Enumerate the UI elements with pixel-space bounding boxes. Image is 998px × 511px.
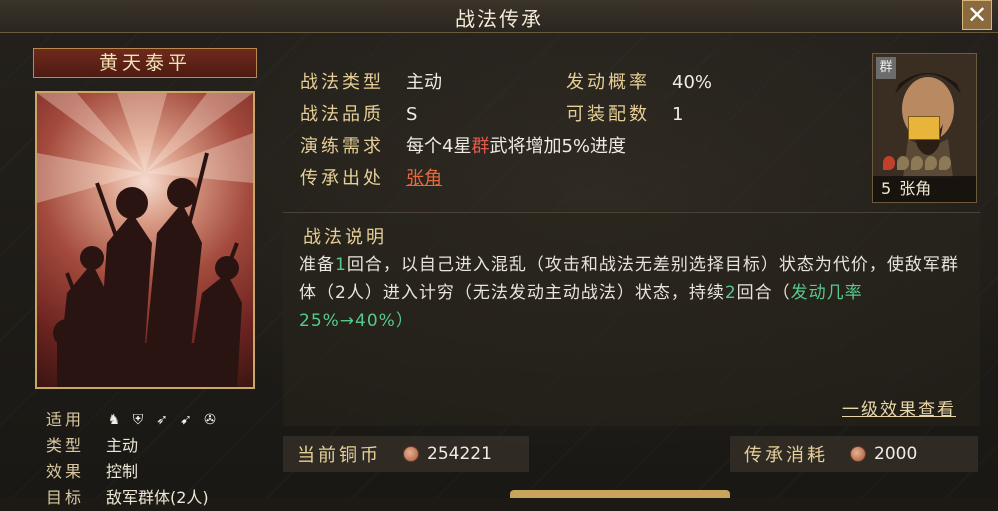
treasure-icon: [908, 116, 940, 140]
copper-coin-icon: [850, 446, 866, 462]
troop-type-icons: ♞ ⛨ ➶ ➹ ✇: [106, 412, 218, 428]
effect-value: 控制: [106, 462, 139, 481]
applicable-row: 适用 ♞ ⛨ ➶ ➹ ✇: [46, 407, 218, 433]
cost-value: 2000: [874, 444, 918, 464]
description-title: 战法说明: [303, 227, 387, 248]
skill-card-art: [35, 91, 255, 389]
attr-quality-label: 战法品质: [300, 104, 384, 125]
practice-faction: 群: [471, 136, 490, 157]
description-panel: 战法说明 准备1回合，以自己进入混乱（攻击和战法无差别选择目标）状态为代价，使敌…: [283, 212, 980, 426]
practice-pre: 每个4星: [406, 136, 472, 157]
target-value: 敌军群体(2人): [106, 488, 209, 507]
source-general-link[interactable]: 张角: [406, 168, 442, 189]
close-icon[interactable]: ✕: [967, 1, 987, 29]
effect-label: 效果: [46, 462, 85, 481]
target-row: 目标 敌军群体(2人): [46, 485, 218, 511]
skill-name: 黄天泰平: [33, 48, 257, 78]
effect-row: 效果 控制: [46, 459, 218, 485]
coins-label: 当前铜币: [297, 445, 381, 466]
attr-type-value: 主动: [406, 72, 442, 93]
close-button[interactable]: ✕: [962, 0, 992, 30]
attr-quality-value: S: [406, 104, 418, 125]
siege-icon: ✇: [204, 412, 216, 428]
attr-practice: 演练需求 每个4星群武将增加5%进度: [300, 132, 626, 158]
copper-coin-icon: [403, 446, 419, 462]
desc-part: 准备: [299, 255, 335, 275]
star-icon: [925, 156, 937, 170]
cavalry-icon: ♞: [107, 412, 121, 428]
attr-rate-label: 发动概率: [566, 72, 650, 93]
skill-summary: 适用 ♞ ⛨ ➶ ➹ ✇ 类型 主动 效果 控制 目标 敌军群体(2人): [46, 407, 218, 511]
star-icon: [883, 156, 895, 170]
star-icon: [897, 156, 909, 170]
window-title: 战法传承: [455, 7, 543, 31]
attr-type: 战法类型 主动: [300, 68, 442, 94]
desc-number: 2: [724, 283, 737, 303]
cost-label: 传承消耗: [744, 445, 828, 466]
type-value: 主动: [106, 436, 139, 455]
applicable-label: 适用: [46, 410, 85, 429]
title-bar: 战法传承 ✕: [0, 0, 998, 33]
practice-post: 武将增加5%进度: [489, 136, 627, 157]
type-label: 类型: [46, 436, 85, 455]
attr-equip-value: 1: [672, 104, 684, 125]
general-portrait[interactable]: 群 5 张角: [872, 53, 977, 203]
attr-quality: 战法品质 S: [300, 100, 417, 126]
attr-equip-label: 可装配数: [566, 104, 650, 125]
inherit-cost: 传承消耗 2000: [730, 436, 978, 472]
attr-type-label: 战法类型: [300, 72, 384, 93]
attr-source: 传承出处 张角: [300, 164, 442, 190]
shield-icon: ⛨: [132, 412, 144, 428]
faction-badge: 群: [876, 57, 896, 79]
spear-icon: ➹: [180, 412, 192, 428]
attr-source-label: 传承出处: [300, 168, 384, 189]
description-text: 准备1回合，以自己进入混乱（攻击和战法无差别选择目标）状态为代价，使敌军群体（2…: [299, 251, 971, 335]
level1-effect-link[interactable]: 一级效果查看: [842, 395, 956, 420]
attr-rate: 发动概率 40%: [566, 68, 712, 94]
general-name-bar: 5 张角: [873, 176, 976, 202]
star-icon: [939, 156, 951, 170]
star-icon: [911, 156, 923, 170]
desc-number: 1: [335, 255, 347, 275]
coins-value: 254221: [427, 444, 492, 464]
type-row: 类型 主动: [46, 433, 218, 459]
general-level: 5: [881, 179, 892, 198]
attr-practice-label: 演练需求: [300, 136, 384, 157]
inherit-button-edge[interactable]: [510, 490, 730, 498]
target-label: 目标: [46, 488, 85, 507]
attr-equip: 可装配数 1: [566, 100, 683, 126]
attr-rate-value: 40%: [672, 72, 713, 93]
desc-part: ）: [395, 311, 414, 331]
current-coins: 当前铜币 254221: [283, 436, 529, 472]
attr-practice-value: 每个4星群武将增加5%进度: [406, 136, 626, 157]
desc-part: 回合（: [736, 283, 791, 303]
general-name: 张角: [899, 179, 932, 198]
archer-icon: ➶: [156, 412, 168, 428]
general-stars: [883, 156, 951, 170]
